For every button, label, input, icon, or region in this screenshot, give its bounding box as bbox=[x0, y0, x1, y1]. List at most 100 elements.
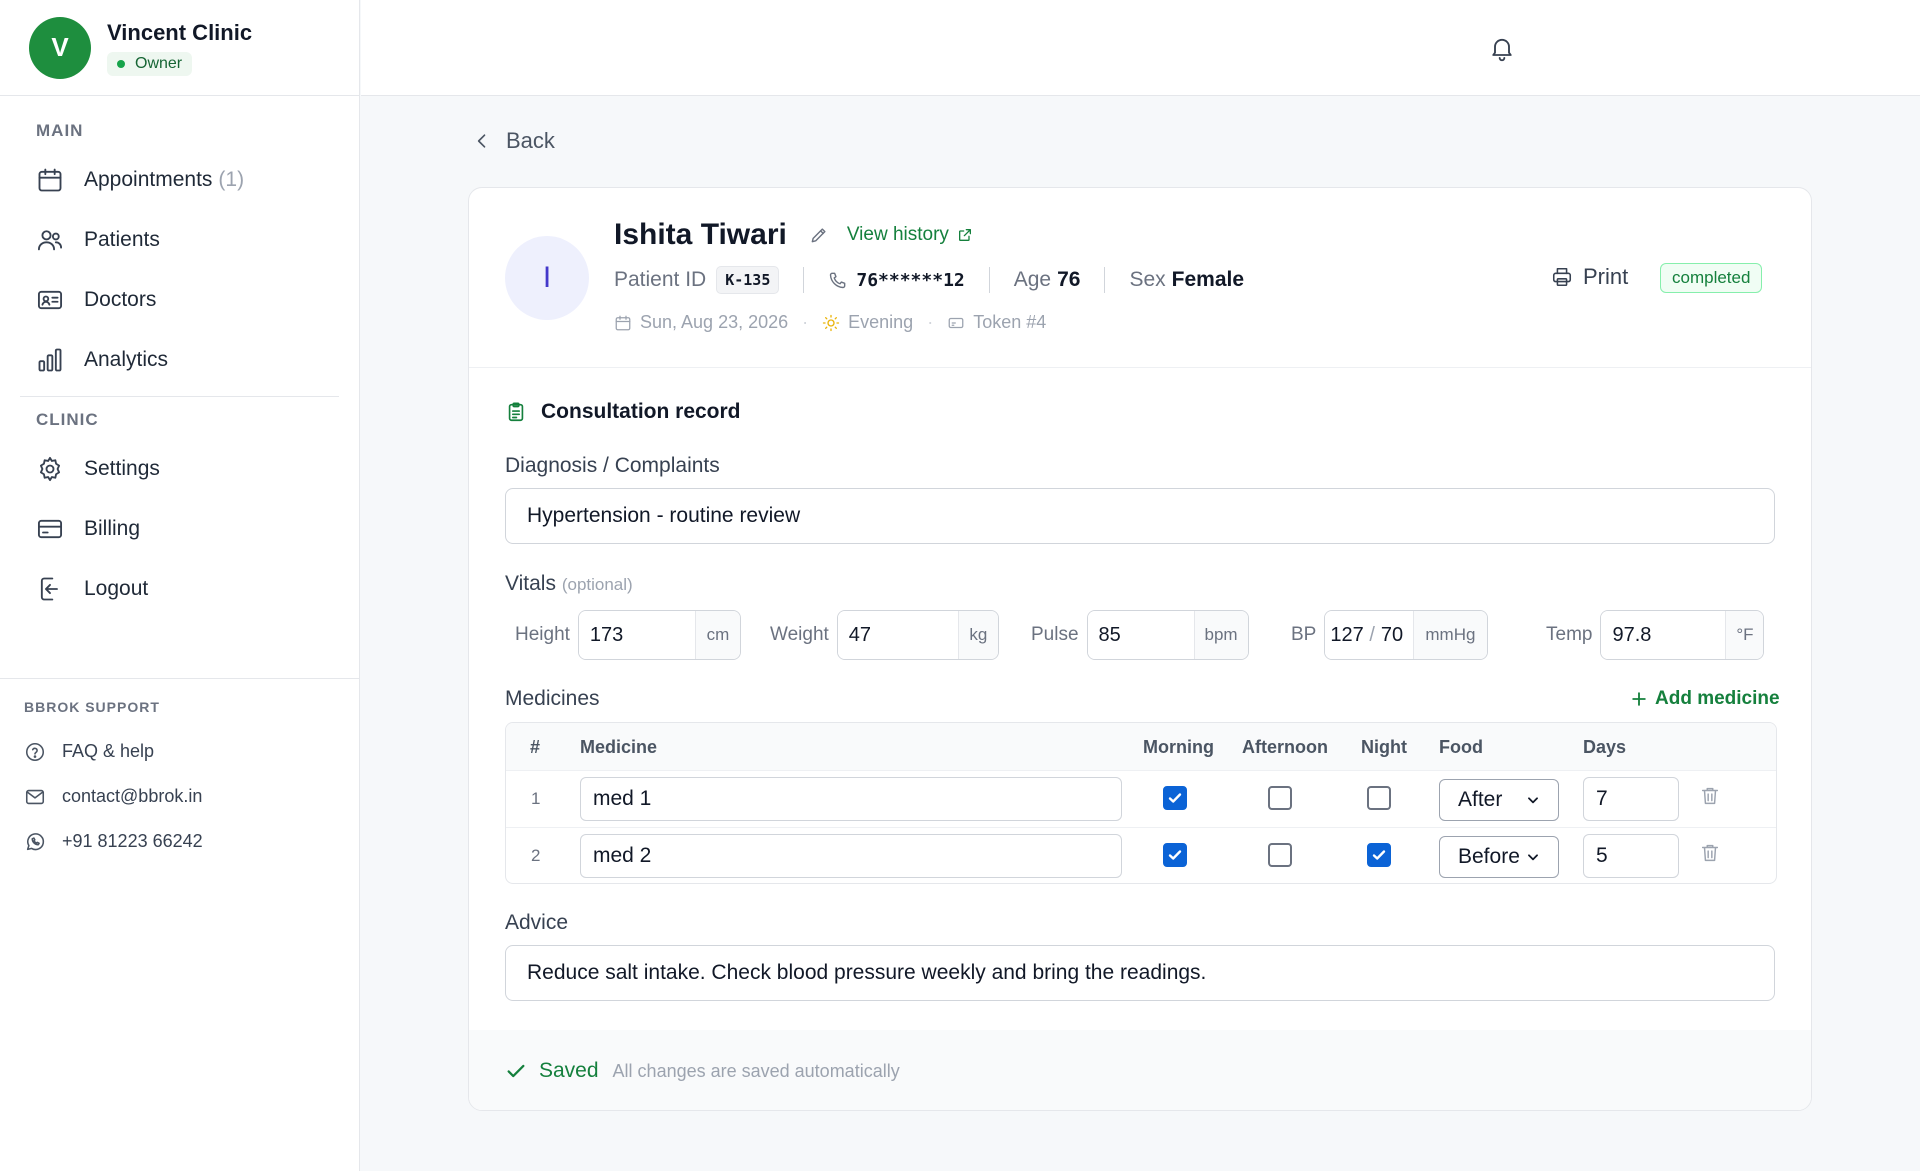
vital-label: BP bbox=[1291, 624, 1317, 645]
vital-unit: °F bbox=[1725, 611, 1764, 659]
advice-input[interactable] bbox=[505, 945, 1775, 1001]
vitals-row: Height cm Weight kg Pulse bpm BP / bbox=[505, 610, 1777, 660]
gear-icon bbox=[36, 455, 64, 483]
sidebar-item-label: Patients bbox=[84, 228, 160, 251]
afternoon-checkbox[interactable] bbox=[1268, 786, 1292, 810]
days-input[interactable] bbox=[1583, 777, 1679, 821]
add-medicine-button[interactable]: Add medicine bbox=[1629, 688, 1780, 710]
printer-icon bbox=[1551, 266, 1573, 288]
sidebar: V Vincent Clinic Owner MAIN Appointments… bbox=[0, 0, 360, 1171]
sidebar-item-patients[interactable]: Patients bbox=[20, 210, 339, 270]
vital-unit: kg bbox=[957, 611, 998, 659]
bell-icon[interactable] bbox=[1488, 34, 1516, 62]
ticket-icon bbox=[947, 314, 965, 332]
section-title: Consultation record bbox=[505, 400, 741, 424]
print-button[interactable]: Print bbox=[1551, 264, 1628, 290]
advice-label: Advice bbox=[505, 911, 569, 934]
section-title-label: Consultation record bbox=[541, 400, 741, 423]
age-value: 76 bbox=[1057, 268, 1081, 291]
medicine-name-input[interactable] bbox=[580, 777, 1122, 821]
vitals-label: Vitals (optional) bbox=[505, 572, 633, 596]
sidebar-item-doctors[interactable]: Doctors bbox=[20, 270, 339, 330]
role-badge: Owner bbox=[107, 51, 193, 76]
sidebar-item-settings[interactable]: Settings bbox=[20, 439, 339, 499]
bp-diastolic-input[interactable] bbox=[1376, 611, 1413, 659]
chevron-down-icon bbox=[1526, 793, 1540, 807]
trash-icon[interactable] bbox=[1699, 842, 1721, 864]
medicines-table: # Medicine Morning Afternoon Night Food … bbox=[505, 722, 1777, 884]
support-heading: BBROK SUPPORT bbox=[24, 699, 160, 715]
bp-systolic-input[interactable] bbox=[1325, 611, 1368, 659]
calendar-icon bbox=[36, 166, 64, 194]
night-checkbox[interactable] bbox=[1367, 843, 1391, 867]
vital-weight: Weight kg bbox=[770, 610, 999, 660]
sidebar-item-appointments[interactable]: Appointments (1) bbox=[20, 150, 339, 210]
night-checkbox[interactable] bbox=[1367, 786, 1391, 810]
support-section: BBROK SUPPORT FAQ & help contact@bbrok.i… bbox=[0, 678, 360, 864]
sidebar-item-analytics[interactable]: Analytics bbox=[20, 330, 339, 390]
saved-note: All changes are saved automatically bbox=[612, 1060, 900, 1081]
sidebar-item-label: Doctors bbox=[84, 288, 157, 311]
sex-value: Female bbox=[1171, 268, 1245, 291]
role-label: Owner bbox=[135, 54, 183, 72]
calendar-icon bbox=[614, 314, 632, 332]
sex-label: Sex bbox=[1129, 268, 1166, 291]
meta-divider bbox=[1104, 267, 1106, 293]
age-label: Age bbox=[1013, 268, 1052, 291]
height-input[interactable] bbox=[578, 611, 695, 659]
vital-height: Height cm bbox=[515, 610, 741, 660]
days-input[interactable] bbox=[1583, 834, 1679, 878]
morning-checkbox[interactable] bbox=[1163, 786, 1187, 810]
sidebar-item-label: Billing bbox=[84, 517, 141, 540]
temp-input[interactable] bbox=[1601, 611, 1726, 659]
patient-phone: 76******12 bbox=[856, 269, 965, 291]
users-icon bbox=[36, 226, 64, 254]
bar-chart-icon bbox=[36, 346, 64, 374]
vital-label: Weight bbox=[770, 624, 829, 645]
clipboard-icon bbox=[505, 401, 527, 423]
support-faq-link[interactable]: FAQ & help bbox=[24, 729, 360, 774]
edit-pencil-icon[interactable] bbox=[809, 225, 829, 245]
meta-divider bbox=[803, 267, 805, 293]
bp-separator: / bbox=[1369, 623, 1375, 646]
view-history-link[interactable]: View history bbox=[847, 224, 973, 246]
external-link-icon bbox=[957, 227, 973, 243]
column-header: Days bbox=[1583, 737, 1627, 757]
food-select[interactable]: After bbox=[1439, 779, 1559, 821]
status-dot-icon bbox=[117, 59, 125, 68]
food-select[interactable]: Before bbox=[1439, 836, 1559, 878]
consultation-card: I Ishita Tiwari View history Patient ID … bbox=[468, 187, 1812, 1111]
help-circle-icon bbox=[24, 741, 46, 763]
sidebar-item-logout[interactable]: Logout bbox=[20, 559, 339, 619]
sidebar-item-billing[interactable]: Billing bbox=[20, 499, 339, 559]
patient-id-label: Patient ID bbox=[614, 268, 707, 291]
weight-input[interactable] bbox=[837, 611, 958, 659]
support-email-link[interactable]: contact@bbrok.in bbox=[24, 774, 360, 819]
support-label: contact@bbrok.in bbox=[62, 786, 203, 806]
vital-bp: BP / mmHg bbox=[1291, 610, 1488, 660]
logout-icon bbox=[36, 575, 64, 603]
clinic-name: Vincent Clinic bbox=[107, 19, 253, 45]
trash-icon[interactable] bbox=[1699, 785, 1721, 807]
support-label: +91 81223 66242 bbox=[62, 831, 203, 851]
diagnosis-input[interactable] bbox=[505, 488, 1775, 544]
pulse-input[interactable] bbox=[1087, 611, 1194, 659]
medicine-name-input[interactable] bbox=[580, 834, 1122, 878]
medicines-label: Medicines bbox=[505, 687, 600, 710]
column-header: Afternoon bbox=[1242, 737, 1328, 757]
status-badge: completed bbox=[1660, 263, 1763, 293]
back-button[interactable]: Back bbox=[472, 128, 555, 154]
support-whatsapp-link[interactable]: +91 81223 66242 bbox=[24, 819, 360, 864]
whatsapp-icon bbox=[24, 831, 46, 853]
vital-unit: cm bbox=[694, 611, 740, 659]
meta-divider bbox=[988, 267, 990, 293]
check-icon bbox=[505, 1060, 527, 1082]
table-row: 1 After bbox=[506, 771, 1776, 828]
vital-unit: bpm bbox=[1193, 611, 1248, 659]
patient-meta: Patient ID K-135 76******12 Age 76 Sex F… bbox=[614, 264, 1244, 296]
table-header: # Medicine Morning Afternoon Night Food … bbox=[506, 723, 1776, 771]
afternoon-checkbox[interactable] bbox=[1268, 843, 1292, 867]
visit-info: Sun, Aug 23, 2026 · Evening · Token #4 bbox=[614, 312, 1046, 333]
morning-checkbox[interactable] bbox=[1163, 843, 1187, 867]
vital-label: Pulse bbox=[1031, 624, 1079, 645]
